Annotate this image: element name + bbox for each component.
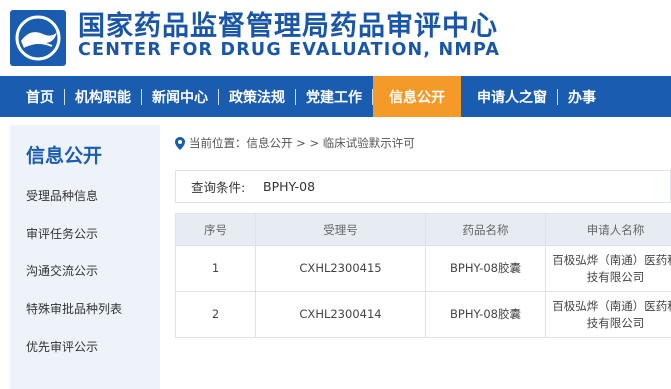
cde-emblem-icon[interactable] (10, 10, 66, 66)
site-title-en: CENTER FOR DRUG EVALUATION, NMPA (78, 40, 501, 60)
query-value: BPHY-08 (263, 179, 316, 194)
cell-acceptance-no: CXHL2300415 (255, 245, 426, 292)
cell-drug-name: BPHY-08胶囊 (425, 291, 546, 338)
cell-drug-name: BPHY-08胶囊 (425, 245, 546, 292)
sidebar-item-communication[interactable]: 沟通交流公示 (26, 262, 98, 279)
nav-item-info-disclosure[interactable]: 信息公开 (373, 76, 461, 117)
table-row[interactable]: 1 CXHL2300415 BPHY-08胶囊 百极弘烨（南通）医药科技有限公司 (175, 245, 671, 292)
sidebar-title: 信息公开 (26, 145, 103, 167)
nav-item-applicant[interactable]: 申请人之窗 (461, 76, 557, 117)
column-header-seq: 序号 (175, 213, 256, 246)
sidebar-item-accepted-varieties[interactable]: 受理品种信息 (26, 187, 98, 204)
cell-applicant: 百极弘烨（南通）医药科技有限公司 (545, 245, 671, 292)
cell-seq: 2 (175, 291, 256, 338)
query-label: 查询条件: (191, 180, 246, 195)
sidebar-item-priority-review[interactable]: 优先审评公示 (26, 338, 98, 355)
table-row[interactable]: 2 CXHL2300414 BPHY-08胶囊 百极弘烨（南通）医药科技有限公司 (175, 291, 671, 338)
column-header-acceptance-no: 受理号 (255, 213, 426, 246)
query-bar: 查询条件: BPHY-08 (175, 170, 671, 203)
cell-seq: 1 (175, 245, 256, 292)
site-title-cn: 国家药品监督管理局药品审评中心 (78, 11, 498, 42)
breadcrumb-text: 当前位置：信息公开 > > 临床试验默示许可 (189, 136, 415, 150)
sidebar-item-review-tasks[interactable]: 审评任务公示 (26, 225, 98, 242)
cell-applicant: 百极弘烨（南通）医药科技有限公司 (545, 291, 671, 338)
results-table: 序号 受理号 药品名称 申请人名称 1 CXHL2300415 BPHY-08胶… (175, 213, 671, 338)
nav-item-news[interactable]: 新闻中心 (142, 76, 218, 117)
location-pin-icon (175, 136, 185, 150)
nav-item-home[interactable]: 首页 (0, 76, 64, 117)
table-header-row: 序号 受理号 药品名称 申请人名称 (175, 213, 671, 246)
column-header-applicant: 申请人名称 (545, 213, 671, 246)
column-header-drug-name: 药品名称 (425, 213, 546, 246)
cell-acceptance-no: CXHL2300414 (255, 291, 426, 338)
sidebar: 信息公开 受理品种信息 审评任务公示 沟通交流公示 特殊审批品种列表 优先审评公… (10, 125, 160, 389)
nav-item-party[interactable]: 党建工作 (296, 76, 372, 117)
sidebar-item-special-approval[interactable]: 特殊审批品种列表 (26, 300, 122, 317)
main-nav: 首页 机构职能 新闻中心 政策法规 党建工作 信息公开 申请人之窗 办事 (0, 76, 671, 117)
nav-item-organization[interactable]: 机构职能 (65, 76, 141, 117)
breadcrumb: 当前位置：信息公开 > > 临床试验默示许可 (175, 135, 415, 151)
site-header: 国家药品监督管理局药品审评中心 CENTER FOR DRUG EVALUATI… (0, 0, 671, 76)
nav-item-policy[interactable]: 政策法规 (219, 76, 295, 117)
nav-item-services[interactable]: 办事 (558, 76, 606, 117)
